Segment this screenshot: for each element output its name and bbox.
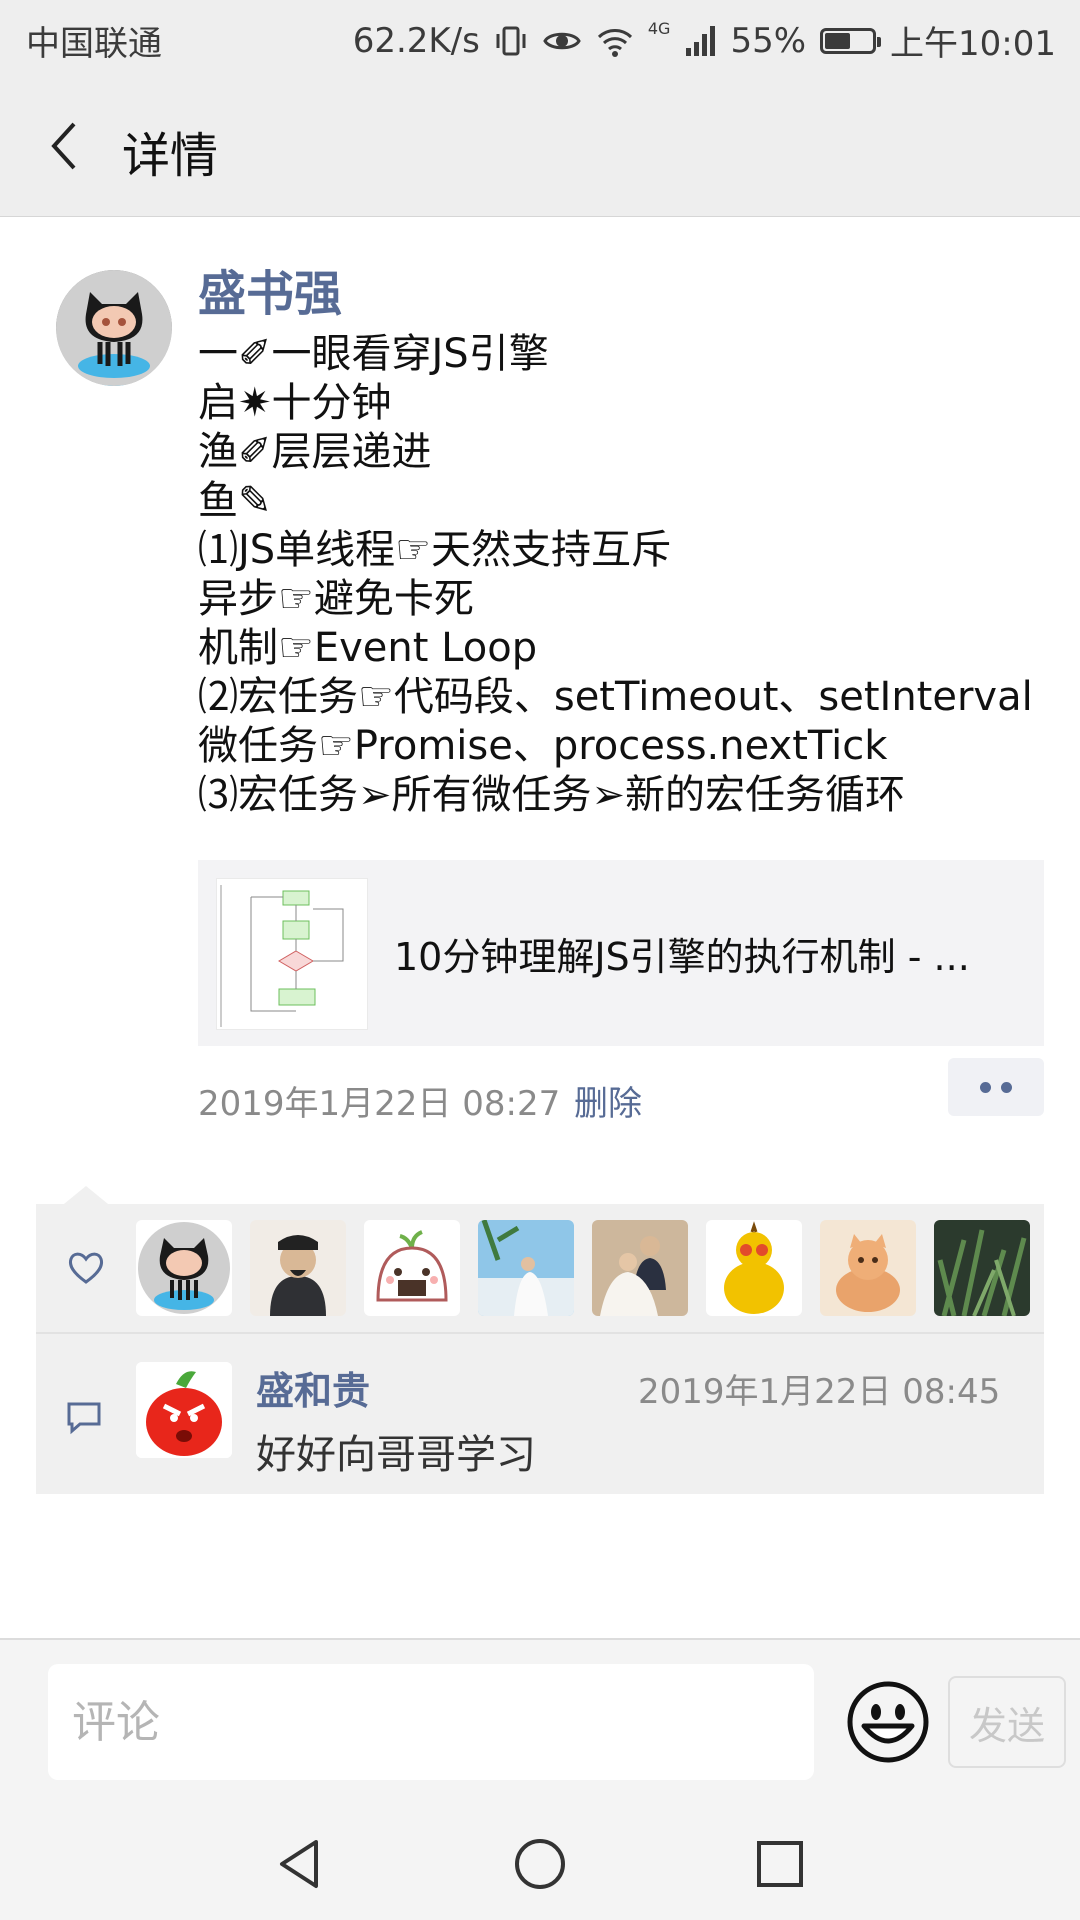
beach-wedding-photo-icon <box>478 1220 574 1316</box>
post-line: ⑶宏任务➢所有微任务➢新的宏任务循环 <box>198 772 906 818</box>
nav-header: 详情 <box>0 76 1080 217</box>
angry-tomato-icon <box>136 1362 232 1458</box>
octocat-icon <box>56 270 172 386</box>
system-nav-bar <box>0 1806 1080 1920</box>
comments-section: 盛和贵 2019年1月22日 08:45 好好向哥哥学习 <box>36 1334 1044 1494</box>
commenter-name[interactable]: 盛和贵 <box>256 1360 370 1415</box>
battery-icon <box>820 27 882 54</box>
post-line: 微任务☞Promise、process.nextTick <box>198 723 888 769</box>
shared-link-card[interactable]: 10分钟理解JS引擎的执行机制 - ... <box>198 860 1044 1046</box>
post-author-name[interactable]: 盛书强 <box>198 254 342 324</box>
post-line: 异步☞避免卡死 <box>198 576 474 622</box>
green-plant-photo-icon <box>934 1220 1030 1316</box>
link-title: 10分钟理解JS引擎的执行机制 - ... <box>394 935 970 979</box>
signal-icon <box>686 25 716 56</box>
emoji-icon[interactable] <box>846 1680 930 1764</box>
comment-timestamp: 2019年1月22日 08:45 <box>638 1372 1001 1412</box>
send-button[interactable]: 发送 <box>948 1676 1066 1768</box>
post-text: 一✐一眼看穿JS引擎 启✷十分钟 渔✐层层递进 鱼✎ ⑴JS单线程☞天然支持互斥… <box>198 330 1048 820</box>
like-avatar[interactable] <box>364 1220 460 1316</box>
post-line: ⑴JS单线程☞天然支持互斥 <box>198 527 672 573</box>
official-portrait-icon <box>250 1220 346 1316</box>
like-avatar[interactable] <box>136 1220 232 1316</box>
bubble-pointer <box>64 1186 108 1204</box>
dot-icon <box>1001 1081 1012 1093</box>
delete-button[interactable]: 删除 <box>574 1076 642 1125</box>
like-avatar[interactable] <box>250 1220 346 1316</box>
heart-icon <box>68 1252 104 1284</box>
nav-recents-icon[interactable] <box>750 1834 810 1894</box>
author-avatar[interactable] <box>56 270 172 386</box>
commenter-avatar[interactable] <box>136 1362 232 1458</box>
rice-ball-icon <box>364 1220 460 1316</box>
post-line: 一✐一眼看穿JS引擎 <box>198 331 549 377</box>
battery-percent: 55% <box>730 20 807 61</box>
wifi-icon <box>597 28 632 57</box>
eye-icon <box>543 32 581 49</box>
post-line: 启✷十分钟 <box>198 380 392 426</box>
status-bar: 中国联通 62.2K/s 4G 55% 上午10:01 <box>0 0 1080 76</box>
post-line: 渔✐层层递进 <box>198 429 432 475</box>
vibrate-icon <box>496 26 526 55</box>
octocat-icon <box>136 1220 232 1316</box>
network-type: 4G <box>647 19 671 38</box>
post-line: 机制☞Event Loop <box>198 625 538 671</box>
dot-icon <box>980 1081 991 1093</box>
like-avatar[interactable] <box>820 1220 916 1316</box>
like-avatar[interactable] <box>934 1220 1030 1316</box>
page-title: 详情 <box>122 128 219 184</box>
nav-home-icon[interactable] <box>510 1834 570 1894</box>
post-line: 鱼✎ <box>198 478 272 524</box>
like-avatar[interactable] <box>592 1220 688 1316</box>
nav-back-icon[interactable] <box>270 1834 330 1894</box>
carrier-name: 中国联通 <box>26 24 162 64</box>
likes-section <box>36 1204 1044 1334</box>
more-actions-button[interactable] <box>948 1058 1044 1116</box>
post-timestamp: 2019年1月22日 08:27 <box>198 1084 561 1124</box>
comment-icon <box>67 1402 101 1435</box>
comment-text: 好好向哥哥学习 <box>256 1432 536 1478</box>
wedding-couple-photo-icon <box>592 1220 688 1316</box>
comment-input[interactable] <box>48 1664 814 1780</box>
yellow-gourd-icon <box>706 1220 802 1316</box>
clock: 上午10:01 <box>890 24 1056 64</box>
link-thumbnail <box>216 878 368 1030</box>
flowchart-thumbnail-icon <box>217 879 367 1029</box>
orange-cat-photo-icon <box>820 1220 916 1316</box>
back-arrow-icon[interactable] <box>40 116 100 176</box>
like-avatar[interactable] <box>478 1220 574 1316</box>
network-speed: 62.2K/s <box>352 20 480 61</box>
like-avatar[interactable] <box>706 1220 802 1316</box>
post-line: ⑵宏任务☞代码段、setTimeout、setInterval <box>198 674 1033 720</box>
status-right: 62.2K/s 4G 55% 上午10:01 <box>353 16 1056 65</box>
comment-input-bar: 发送 <box>0 1638 1080 1806</box>
